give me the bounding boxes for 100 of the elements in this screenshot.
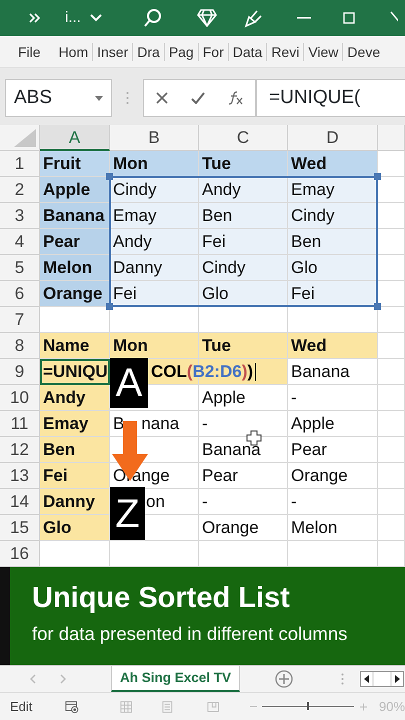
caret-icon[interactable] (95, 96, 103, 100)
table-cell: Fei (288, 281, 378, 307)
check-icon[interactable] (190, 92, 204, 104)
horizontal-scrollbar-icon[interactable] (360, 671, 404, 687)
page-layout-icon[interactable] (162, 700, 173, 714)
table-cell: Orange (288, 463, 378, 489)
table-cell: Cindy (199, 255, 288, 281)
column-header[interactable]: B (110, 125, 199, 151)
table-cell: Emay (110, 203, 199, 229)
table-cell (378, 489, 405, 515)
row-header[interactable]: 6 (0, 281, 40, 307)
table-cell (378, 255, 405, 281)
table-cell: Andy (110, 229, 199, 255)
row-header[interactable]: 16 (0, 541, 40, 567)
resize-handle[interactable] (106, 303, 113, 310)
banner-subtitle: for data presented in different columns (32, 622, 348, 646)
column-header[interactable]: A (40, 125, 110, 151)
maximize-icon[interactable] (342, 12, 355, 24)
resize-handle[interactable] (374, 173, 381, 180)
table-cell: Cindy (288, 203, 378, 229)
caret-icon[interactable] (90, 14, 102, 22)
more-icon[interactable] (341, 673, 344, 685)
ribbon-tab[interactable]: Revi (267, 42, 304, 60)
table-cell (378, 229, 405, 255)
text-cursor (255, 363, 256, 381)
formula-field[interactable]: =UNIQUE( (256, 79, 405, 117)
table-cell: Fei (199, 229, 288, 255)
table-cell (378, 463, 405, 489)
table-cell (378, 151, 405, 177)
table-cell: Danny (110, 255, 199, 281)
resize-handle[interactable] (106, 173, 113, 180)
table-cell: Emay (288, 177, 378, 203)
row-header[interactable]: 7 (0, 307, 40, 333)
minimize-icon[interactable] (296, 17, 311, 19)
normal-view-icon[interactable] (120, 700, 132, 714)
brush-icon[interactable] (242, 8, 263, 28)
name-box[interactable]: ABS (5, 79, 112, 117)
zoom-slider-thumb[interactable] (306, 702, 309, 710)
table-cell: Ben (199, 203, 288, 229)
function-icon[interactable] (228, 91, 244, 105)
table-cell (378, 281, 405, 307)
table-cell: Glo (199, 281, 288, 307)
table-cell: - (288, 385, 378, 411)
ribbon-tab[interactable]: View (304, 42, 344, 60)
add-sheet-icon[interactable] (275, 670, 294, 688)
chevron-icon[interactable] (29, 13, 41, 23)
table-cell: Fruit (40, 151, 110, 177)
page-break-icon[interactable] (206, 700, 219, 712)
table-cell: Name (40, 333, 110, 359)
table-cell (378, 411, 405, 437)
row-header[interactable]: 13 (0, 463, 40, 489)
ribbon-tab[interactable]: Deve (343, 42, 384, 60)
window-title: i... (65, 8, 81, 28)
table-cell (378, 359, 405, 385)
row-header[interactable]: 1 (0, 151, 40, 177)
macro-record-icon[interactable] (65, 700, 80, 714)
table-cell: Glo (288, 255, 378, 281)
row-header[interactable]: 2 (0, 177, 40, 203)
row-header[interactable]: 10 (0, 385, 40, 411)
ribbon-tab[interactable]: Dra (133, 42, 165, 60)
search-icon[interactable] (144, 8, 162, 28)
ribbon-tab[interactable]: File (14, 42, 45, 60)
table-cell: Wed (288, 151, 378, 177)
scroll-right-icon[interactable] (60, 674, 66, 684)
table-cell: Orange (199, 515, 288, 541)
row-header[interactable]: 9 (0, 359, 40, 385)
row-header[interactable]: 5 (0, 255, 40, 281)
letter-badge: Z (110, 487, 145, 540)
ribbon-tab[interactable]: Data (228, 42, 268, 60)
table-cell (378, 333, 405, 359)
column-header[interactable]: D (288, 125, 378, 151)
row-header[interactable]: 3 (0, 203, 40, 229)
row-header[interactable]: 11 (0, 411, 40, 437)
grip-icon[interactable] (126, 91, 129, 105)
table-cell: Danny (40, 489, 110, 515)
table-cell: Cindy (110, 177, 199, 203)
table-cell: Banana (199, 437, 288, 463)
ribbon-tab[interactable]: Hom (54, 42, 94, 60)
ribbon-tab[interactable]: Inser (93, 42, 134, 60)
cell-text-fragment: nana (141, 414, 180, 433)
row-header[interactable]: 12 (0, 437, 40, 463)
resize-handle[interactable] (374, 303, 381, 310)
cancel-icon[interactable] (156, 92, 168, 104)
row-header[interactable]: 15 (0, 515, 40, 541)
table-cell: Mon (110, 333, 199, 359)
ribbon-tab[interactable]: Pag (164, 42, 199, 60)
zoom-in-icon[interactable] (360, 702, 367, 710)
formula-text: COL(B2:D6)) (151, 361, 254, 383)
table-cell: Pear (288, 437, 378, 463)
row-header[interactable]: 8 (0, 333, 40, 359)
row-header[interactable]: 4 (0, 229, 40, 255)
row-header[interactable]: 14 (0, 489, 40, 515)
scroll-left-icon[interactable] (30, 674, 36, 684)
ribbon-tab[interactable]: For (198, 42, 229, 60)
column-header[interactable]: C (199, 125, 288, 151)
gem-icon[interactable] (196, 9, 217, 27)
table-cell: Fei (40, 463, 110, 489)
sheet-tab[interactable]: Ah Sing Excel TV (111, 666, 240, 692)
table-cell: Apple (40, 177, 110, 203)
cell-text-fragment: B (113, 414, 124, 433)
